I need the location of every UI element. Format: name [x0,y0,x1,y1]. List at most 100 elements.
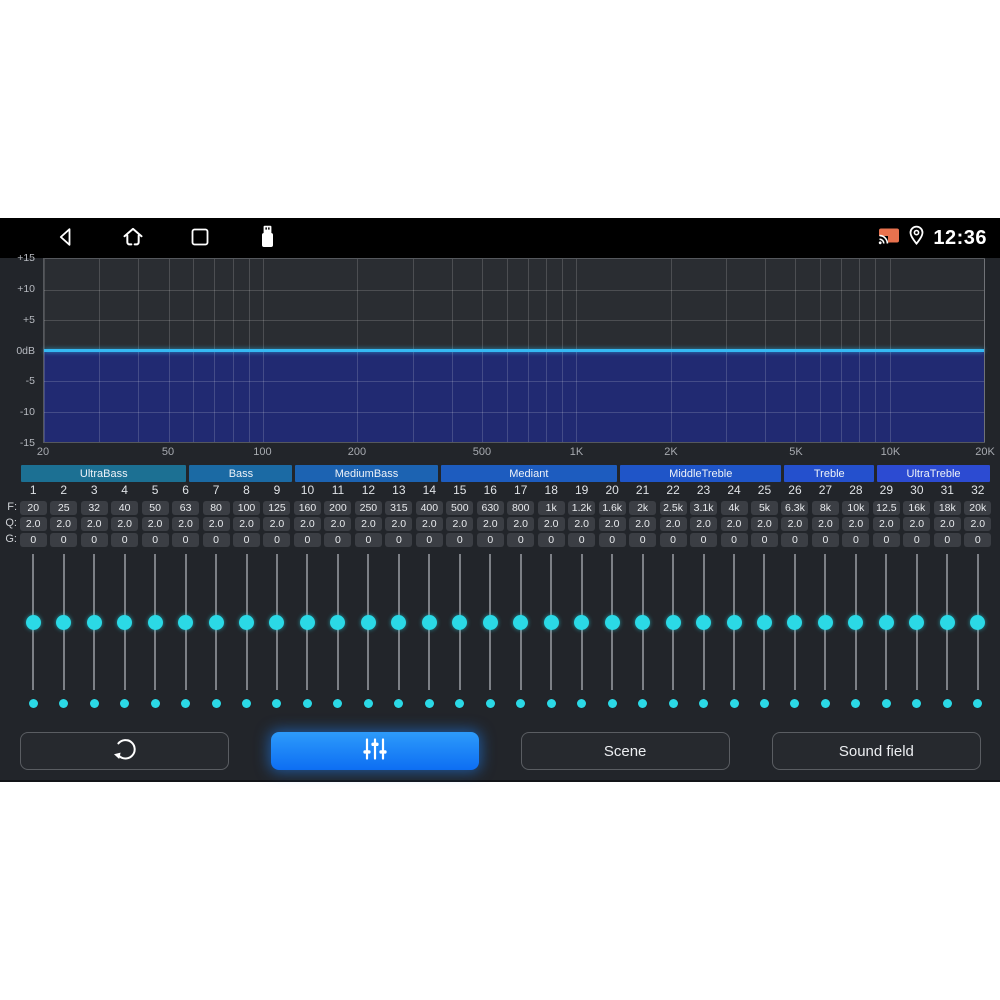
gain-slider[interactable] [902,554,932,690]
freq-value[interactable]: 1.2k [568,501,596,515]
freq-value[interactable]: 1k [537,501,565,515]
gain-value[interactable]: 0 [537,533,565,547]
slider-knob[interactable] [482,614,498,630]
slider-knob[interactable] [726,614,742,630]
q-value[interactable]: 2.0 [964,517,992,531]
gain-value[interactable]: 0 [80,533,108,547]
freq-value[interactable]: 100 [233,501,261,515]
freq-value[interactable]: 4k [720,501,748,515]
q-value[interactable]: 2.0 [293,517,321,531]
gain-value[interactable]: 0 [659,533,687,547]
slider-knob[interactable] [665,614,681,630]
gain-slider[interactable] [780,554,810,690]
slider-knob[interactable] [147,614,163,630]
gain-slider[interactable] [18,554,48,690]
freq-value[interactable]: 2.5k [659,501,687,515]
slider-knob[interactable] [391,614,407,630]
gain-slider[interactable] [353,554,383,690]
freq-value[interactable]: 500 [446,501,474,515]
slider-knob[interactable] [513,614,529,630]
slider-knob[interactable] [452,614,468,630]
slider-knob[interactable] [604,614,620,630]
slider-knob[interactable] [696,614,712,630]
recents-button[interactable] [188,227,212,251]
slider-knob[interactable] [360,614,376,630]
band-segment[interactable]: Treble [784,465,875,482]
reset-button[interactable] [20,732,230,770]
freq-value[interactable]: 63 [172,501,200,515]
gain-value[interactable]: 0 [720,533,748,547]
freq-value[interactable]: 630 [476,501,504,515]
gain-slider[interactable] [79,554,109,690]
gain-value[interactable]: 0 [263,533,291,547]
freq-value[interactable]: 80 [202,501,230,515]
q-value[interactable]: 2.0 [111,517,139,531]
gain-slider[interactable] [414,554,444,690]
gain-value[interactable]: 0 [750,533,778,547]
gain-value[interactable]: 0 [842,533,870,547]
q-value[interactable]: 2.0 [19,517,47,531]
gain-value[interactable]: 0 [629,533,657,547]
gain-value[interactable]: 0 [781,533,809,547]
gain-slider[interactable] [292,554,322,690]
gain-slider[interactable] [871,554,901,690]
freq-value[interactable]: 5k [750,501,778,515]
slider-knob[interactable] [86,614,102,630]
gain-value[interactable]: 0 [690,533,718,547]
q-value[interactable]: 2.0 [202,517,230,531]
slider-knob[interactable] [970,614,986,630]
slider-knob[interactable] [117,614,133,630]
q-value[interactable]: 2.0 [507,517,535,531]
slider-knob[interactable] [178,614,194,630]
q-value[interactable]: 2.0 [872,517,900,531]
gain-slider[interactable] [658,554,688,690]
gain-slider[interactable] [749,554,779,690]
q-value[interactable]: 2.0 [811,517,839,531]
freq-value[interactable]: 10k [842,501,870,515]
gain-value[interactable]: 0 [111,533,139,547]
q-value[interactable]: 2.0 [537,517,565,531]
cast-icon[interactable] [878,227,900,250]
gain-slider[interactable] [384,554,414,690]
q-value[interactable]: 2.0 [476,517,504,531]
band-segment[interactable]: UltraTreble [877,465,990,482]
slider-knob[interactable] [574,614,590,630]
gain-slider[interactable] [963,554,993,690]
freq-value[interactable]: 800 [507,501,535,515]
q-value[interactable]: 2.0 [842,517,870,531]
gain-value[interactable]: 0 [476,533,504,547]
location-icon[interactable] [908,225,925,251]
slider-knob[interactable] [25,614,41,630]
slider-knob[interactable] [817,614,833,630]
slider-knob[interactable] [208,614,224,630]
sound-field-button[interactable]: Sound field [771,732,981,770]
slider-knob[interactable] [239,614,255,630]
freq-value[interactable]: 6.3k [781,501,809,515]
q-value[interactable]: 2.0 [933,517,961,531]
gain-value[interactable]: 0 [415,533,443,547]
freq-value[interactable]: 160 [293,501,321,515]
q-value[interactable]: 2.0 [80,517,108,531]
q-value[interactable]: 2.0 [354,517,382,531]
slider-knob[interactable] [756,614,772,630]
slider-knob[interactable] [787,614,803,630]
usb-button[interactable] [255,225,279,251]
freq-value[interactable]: 125 [263,501,291,515]
gain-value[interactable]: 0 [354,533,382,547]
q-value[interactable]: 2.0 [781,517,809,531]
freq-value[interactable]: 200 [324,501,352,515]
freq-value[interactable]: 1.6k [598,501,626,515]
slider-knob[interactable] [269,614,285,630]
gain-value[interactable]: 0 [385,533,413,547]
q-value[interactable]: 2.0 [263,517,291,531]
freq-value[interactable]: 20k [964,501,992,515]
gain-value[interactable]: 0 [811,533,839,547]
freq-value[interactable]: 12.5 [872,501,900,515]
scene-button[interactable]: Scene [520,732,730,770]
q-value[interactable]: 2.0 [629,517,657,531]
freq-value[interactable]: 18k [933,501,961,515]
slider-knob[interactable] [878,614,894,630]
slider-knob[interactable] [635,614,651,630]
gain-slider[interactable] [201,554,231,690]
gain-slider[interactable] [323,554,353,690]
